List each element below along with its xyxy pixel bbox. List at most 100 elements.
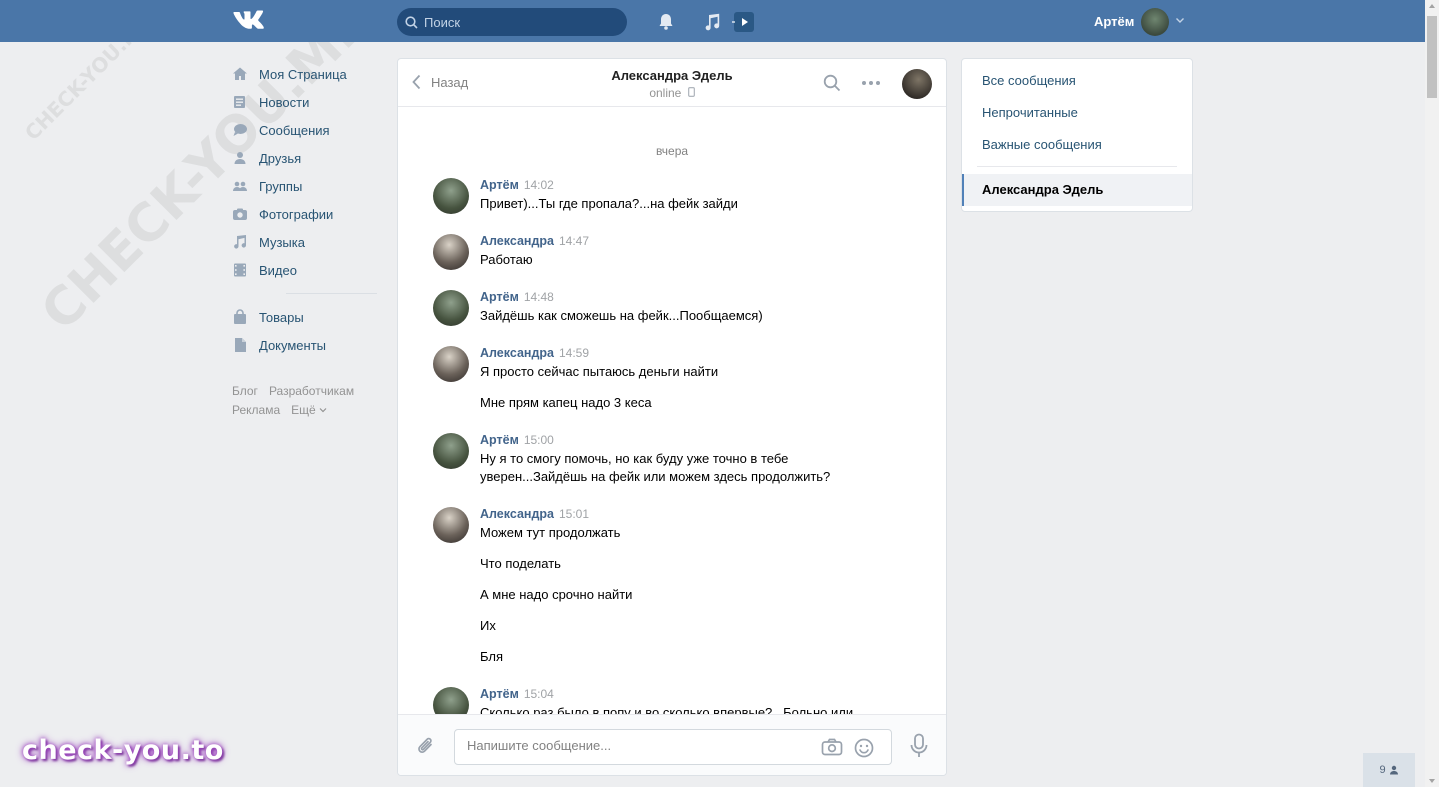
filter-important[interactable]: Важные сообщения (982, 137, 1102, 152)
scrollbar-thumb[interactable] (1427, 16, 1437, 98)
message-text: Привет)...Ты где пропала?...на фейк зайд… (480, 196, 738, 211)
conversation-filter-panel: Все сообщения Непрочитанные Важные сообщ… (961, 58, 1193, 212)
scroll-down-icon[interactable] (1429, 779, 1435, 783)
message-time[interactable]: 14:48 (524, 290, 554, 304)
message-text: Я просто сейчас пытаюсь деньги найти (480, 364, 719, 379)
message-text: Работаю (480, 252, 533, 267)
sidebar-item-label: Музыка (259, 234, 305, 250)
sidebar-item-my-page[interactable]: Моя Страница (232, 60, 377, 88)
online-counter[interactable]: 9 (1363, 753, 1415, 787)
message-time[interactable]: 15:00 (524, 433, 554, 447)
peer-status-text: online (649, 86, 682, 100)
sidebar-item-video[interactable]: Видео (232, 256, 377, 284)
sidebar-item-messages[interactable]: Сообщения (232, 116, 377, 144)
chevron-down-icon[interactable] (1175, 15, 1185, 25)
brand-watermark: check-you.to (22, 735, 224, 766)
avatar[interactable] (433, 433, 469, 469)
chat-header: Назад Александра Эдель online (398, 59, 946, 107)
music-note-icon[interactable] (701, 11, 723, 33)
sidebar-item-label: Документы (259, 337, 327, 353)
filter-unread[interactable]: Непрочитанные (982, 105, 1078, 120)
sidebar-item-groups[interactable]: Группы (232, 172, 377, 200)
avatar[interactable] (433, 507, 469, 543)
message-author[interactable]: Александра (480, 507, 554, 521)
search-icon (405, 15, 418, 29)
sidebar-item-label: Фотографии (259, 206, 334, 222)
camera-icon[interactable] (821, 738, 843, 756)
scroll-up-icon[interactable] (1429, 4, 1435, 8)
sidebar-item-label: Видео (259, 262, 297, 278)
message-author[interactable]: Артём (480, 290, 519, 304)
panel-divider (977, 166, 1177, 167)
search-box[interactable] (397, 8, 627, 36)
sidebar-item-music[interactable]: Музыка (232, 228, 377, 256)
home-icon (233, 67, 247, 80)
message-author[interactable]: Александра (480, 346, 554, 360)
message-input[interactable] (467, 738, 807, 753)
microphone-icon[interactable] (910, 733, 928, 759)
news-icon (234, 96, 245, 108)
sidebar-item-label: Сообщения (259, 122, 330, 138)
avatar[interactable] (433, 290, 469, 326)
page-scrollbar[interactable] (1425, 0, 1439, 787)
sidebar-item-label: Группы (259, 178, 303, 194)
avatar[interactable] (433, 687, 469, 715)
message-time[interactable]: 15:04 (524, 687, 554, 701)
friends-icon (234, 152, 246, 164)
emoji-icon[interactable] (854, 738, 874, 758)
message-author[interactable]: Артём (480, 178, 519, 192)
chat-panel: Назад Александра Эдель online вчера Артё… (397, 58, 947, 776)
left-menu: Моя Страница Новости Сообщения Друзья Гр… (232, 60, 377, 359)
sidebar-divider (286, 293, 377, 294)
sidebar-item-label: Новости (259, 94, 310, 110)
more-icon[interactable] (861, 80, 881, 86)
sidebar-item-documents[interactable]: Документы (232, 331, 377, 359)
footer-links: Блог Разработчикам Реклама Ещё (232, 382, 382, 420)
footer-link-more[interactable]: Ещё (291, 403, 327, 417)
peer-avatar[interactable] (902, 69, 932, 99)
sidebar-item-photos[interactable]: Фотографии (232, 200, 377, 228)
message-time[interactable]: 15:01 (559, 507, 589, 521)
message-author[interactable]: Артём (480, 433, 519, 447)
vk-logo-icon[interactable] (232, 10, 266, 32)
messages-icon (233, 124, 247, 136)
header-user-name[interactable]: Артём (1094, 14, 1134, 29)
search-input[interactable] (424, 14, 614, 30)
header-avatar[interactable] (1141, 8, 1169, 36)
active-conversation[interactable]: Александра Эдель (962, 174, 1192, 206)
music-icon (234, 235, 246, 249)
search-icon[interactable] (823, 74, 841, 92)
message-history: вчера Артём 14:02 Привет)...Ты где пропал… (398, 108, 946, 715)
paperclip-icon[interactable] (416, 735, 436, 757)
footer-more-label: Ещё (291, 403, 316, 417)
sidebar-item-news[interactable]: Новости (232, 88, 377, 116)
active-conversation-label: Александра Эдель (982, 182, 1104, 197)
filter-all-messages[interactable]: Все сообщения (982, 73, 1076, 88)
online-counter-value: 9 (1379, 764, 1386, 776)
sidebar-item-label: Товары (259, 309, 304, 325)
peer-status: online (398, 86, 946, 100)
message-input-box[interactable] (454, 729, 892, 765)
message-author[interactable]: Артём (480, 687, 519, 701)
message-composer (398, 714, 946, 775)
message-text: Мне прям капец надо 3 кеса (480, 395, 652, 410)
avatar[interactable] (433, 234, 469, 270)
avatar[interactable] (433, 178, 469, 214)
sidebar-item-friends[interactable]: Друзья (232, 144, 377, 172)
camera-icon (233, 208, 247, 220)
play-icon[interactable] (732, 11, 756, 33)
footer-link-blog[interactable]: Блог (232, 384, 258, 398)
message-time[interactable]: 14:02 (524, 178, 554, 192)
top-bar: Артём (0, 0, 1425, 42)
message-text: Зайдёшь как сможешь на фейк...Пообщаемся… (480, 308, 763, 323)
message-text: Что поделать (480, 556, 561, 571)
message-time[interactable]: 14:47 (559, 234, 589, 248)
footer-link-ads[interactable]: Реклама (232, 403, 280, 417)
message-author[interactable]: Александра (480, 234, 554, 248)
bell-icon[interactable] (655, 11, 677, 33)
message-time[interactable]: 14:59 (559, 346, 589, 360)
sidebar-item-goods[interactable]: Товары (232, 303, 377, 331)
chevron-down-icon (319, 408, 327, 413)
footer-link-developers[interactable]: Разработчикам (269, 384, 354, 398)
avatar[interactable] (433, 346, 469, 382)
